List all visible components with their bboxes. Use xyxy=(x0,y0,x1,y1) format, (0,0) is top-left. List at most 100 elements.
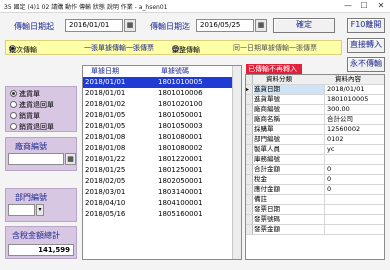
table-row[interactable]: 發票號碼 xyxy=(246,215,384,225)
doc-type-radio[interactable]: 進貨單 xyxy=(10,89,40,99)
detail-field: 部門編號 xyxy=(254,135,325,144)
detail-value: 0 xyxy=(327,185,332,193)
vendor-panel: 廠商編號 ▦ xyxy=(5,137,77,171)
table-row[interactable]: 發票日期 xyxy=(246,205,384,215)
vendor-input[interactable] xyxy=(8,153,64,165)
total-panel: 含稅金額總計 141,599 xyxy=(5,226,77,259)
table-row[interactable]: 採購單 12560002 xyxy=(246,125,384,135)
row-indicator xyxy=(246,165,253,174)
doc-type-radio[interactable]: 銷貨單 xyxy=(10,111,40,121)
list-item-number: 1801080001 xyxy=(158,133,203,141)
list-item[interactable]: 2018/05/16 1805160001 xyxy=(83,209,233,220)
dept-label: 部門編號 xyxy=(15,193,47,202)
date-start-input[interactable]: 2016/01/01 xyxy=(65,19,123,32)
doc-type-radio[interactable]: 銷貨退回單 xyxy=(10,122,54,132)
list-item[interactable]: 2018/01/05 1801050003 xyxy=(83,121,233,132)
mode-same-date-option[interactable]: 同一日期單據傳輸一張傳票 xyxy=(233,43,317,53)
transferred-badge: 已傳輸不再轉入 xyxy=(246,64,302,74)
table-row[interactable]: 廠商編號 300.00 xyxy=(246,105,384,115)
detail-field: 發票日期 xyxy=(254,205,325,214)
list-item[interactable]: 2018/02/05 1802050001 xyxy=(83,176,233,187)
list-header-date: 單據日期 xyxy=(91,67,119,75)
window-title: 35 國定 (4)1 02 請購 動作 傳輸 狀態 說明 作業 - a_hsen… xyxy=(4,4,168,11)
list-item-date: 2018/02/05 xyxy=(85,177,126,185)
row-indicator xyxy=(246,175,253,184)
calendar-icon[interactable]: ▦ xyxy=(124,19,136,32)
detail-value: 300.00 xyxy=(327,105,350,113)
detail-value xyxy=(327,195,377,204)
direct-import-button[interactable]: 直接轉入 xyxy=(347,38,385,53)
list-item-date: 2018/05/16 xyxy=(85,210,126,218)
list-item[interactable]: 2018/01/02 1801020100 xyxy=(83,99,233,110)
radio-dot-icon xyxy=(10,101,17,108)
list-item-date: 2018/01/01 xyxy=(85,78,126,86)
list-item-date: 2018/01/08 xyxy=(85,133,126,141)
radio-dot-icon xyxy=(10,123,17,130)
close-button[interactable]: ✕ xyxy=(373,0,389,12)
table-row[interactable]: ▸ 進貨日期 2018/01/01 xyxy=(246,85,384,95)
row-indicator xyxy=(246,135,253,144)
maximize-button[interactable]: ☐ xyxy=(356,0,372,12)
list-item-number: 1802050001 xyxy=(158,177,203,185)
table-row[interactable]: 應付金額 0 xyxy=(246,185,384,195)
detail-header-content: 資料內容 xyxy=(335,75,361,83)
detail-value xyxy=(327,155,377,164)
list-item[interactable]: 2018/01/01 1801010005 xyxy=(83,77,233,88)
doc-type-radio[interactable]: 進貨退回單 xyxy=(10,100,54,110)
detail-field: 進貨單號 xyxy=(254,95,325,104)
detail-field: 進貨日期 xyxy=(254,85,325,94)
list-item[interactable]: 2018/01/01 1801010006 xyxy=(83,88,233,99)
table-row[interactable]: 廠商名稱 合計公司 xyxy=(246,115,384,125)
list-item[interactable]: 2018/01/08 1801080001 xyxy=(83,132,233,143)
document-list[interactable]: 單據日期 單據號碼 2018/01/01 1801010005 2018/01/01… xyxy=(82,65,242,260)
calendar-icon[interactable]: ▦ xyxy=(255,19,267,32)
detail-value: yc xyxy=(327,145,335,153)
confirm-button[interactable]: 確定 xyxy=(273,18,335,33)
row-indicator xyxy=(246,185,253,194)
list-item[interactable]: 2018/04/10 1804100001 xyxy=(83,198,233,209)
row-indicator xyxy=(246,105,253,114)
lookup-icon[interactable]: ▦ xyxy=(65,153,76,165)
row-indicator xyxy=(246,125,253,134)
list-item[interactable]: 2018/03/01 1803140001 xyxy=(83,187,233,198)
date-end-input[interactable]: 2016/05/25 xyxy=(196,19,254,32)
vendor-label: 廠商編號 xyxy=(15,142,47,151)
detail-value: 0 xyxy=(327,175,332,183)
table-row[interactable]: 庫務編號 xyxy=(246,155,384,165)
list-item-date: 2018/01/01 xyxy=(85,89,126,97)
list-item-number: 1805160001 xyxy=(158,210,203,218)
list-scrollbar[interactable] xyxy=(232,66,241,259)
detail-field: 發票號碼 xyxy=(254,215,325,224)
list-item[interactable]: 2018/01/25 1801250001 xyxy=(83,165,233,176)
table-row[interactable]: 備註 xyxy=(246,195,384,205)
table-row[interactable]: 合計金額 0 xyxy=(246,165,384,175)
table-row[interactable]: 部門編號 0102 xyxy=(246,135,384,145)
table-row[interactable]: 稅金 0 xyxy=(246,175,384,185)
detail-value xyxy=(327,205,377,214)
detail-grid[interactable]: 資料分類 資料內容 ▸ 進貨日期 2018/01/01 進貨單號 1801010005 廠… xyxy=(245,74,385,260)
chevron-down-icon[interactable]: ▾ xyxy=(36,204,44,216)
dept-input[interactable] xyxy=(8,204,35,216)
never-transfer-button[interactable]: 永不傳輸 xyxy=(347,57,385,72)
minimize-button[interactable]: — xyxy=(340,0,356,12)
dept-panel: 部門編號 ▾ xyxy=(5,188,77,222)
row-indicator xyxy=(246,225,253,234)
list-item[interactable]: 2018/01/05 1801050001 xyxy=(83,110,233,121)
table-row[interactable]: 製單人員 yc xyxy=(246,145,384,155)
detail-value: 合計公司 xyxy=(327,115,353,123)
table-row[interactable]: 發票金額 xyxy=(246,225,384,235)
detail-header-row: 資料分類 資料內容 xyxy=(246,75,384,85)
detail-field: 備註 xyxy=(254,195,325,204)
list-item-date: 2018/01/25 xyxy=(85,166,126,174)
radio-dot-icon xyxy=(10,90,17,97)
list-item[interactable]: 2018/01/08 1801080002 xyxy=(83,143,233,154)
exit-button[interactable]: F10離開 xyxy=(347,18,385,33)
detail-field: 稅金 xyxy=(254,175,325,184)
table-row[interactable]: 進貨單號 1801010005 xyxy=(246,95,384,105)
row-indicator xyxy=(246,195,253,204)
list-item[interactable]: 2018/01/22 1801220001 xyxy=(83,154,233,165)
row-indicator xyxy=(246,95,253,104)
mode-per-doc-option[interactable]: 一張單據傳輸一張傳票 xyxy=(84,43,154,53)
row-indicator xyxy=(246,205,253,214)
row-indicator xyxy=(246,115,253,124)
